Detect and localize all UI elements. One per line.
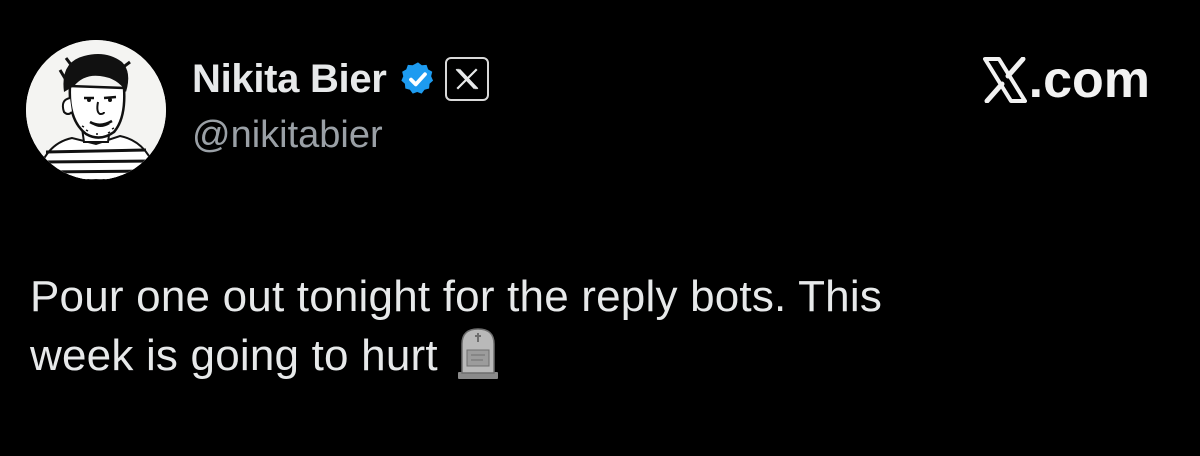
user-handle[interactable]: @nikitabier	[192, 116, 489, 154]
tweet-text-line-2-text: week is going to hurt	[30, 331, 438, 380]
tweet-text-line-1: Pour one out tonight for the reply bots.…	[30, 272, 883, 321]
author-block: Nikita Bier @nikitabier	[192, 50, 489, 154]
watermark-label: .com	[1028, 51, 1150, 109]
tweet-text: Pour one out tonight for the reply bots.…	[30, 268, 1130, 385]
name-row: Nikita Bier	[192, 50, 489, 108]
tweet-text-line-2: week is going to hurt	[30, 326, 1130, 385]
tombstone-icon	[454, 326, 502, 380]
avatar[interactable]	[26, 40, 166, 180]
display-name[interactable]: Nikita Bier	[192, 59, 387, 99]
x-logo-icon	[982, 56, 1027, 104]
x-logo-icon[interactable]	[444, 57, 489, 101]
tweet-card: Nikita Bier @nikitabier .com Pour one ou…	[0, 0, 1200, 456]
x-com-watermark: .com	[982, 51, 1150, 109]
verified-check-icon	[399, 60, 437, 98]
